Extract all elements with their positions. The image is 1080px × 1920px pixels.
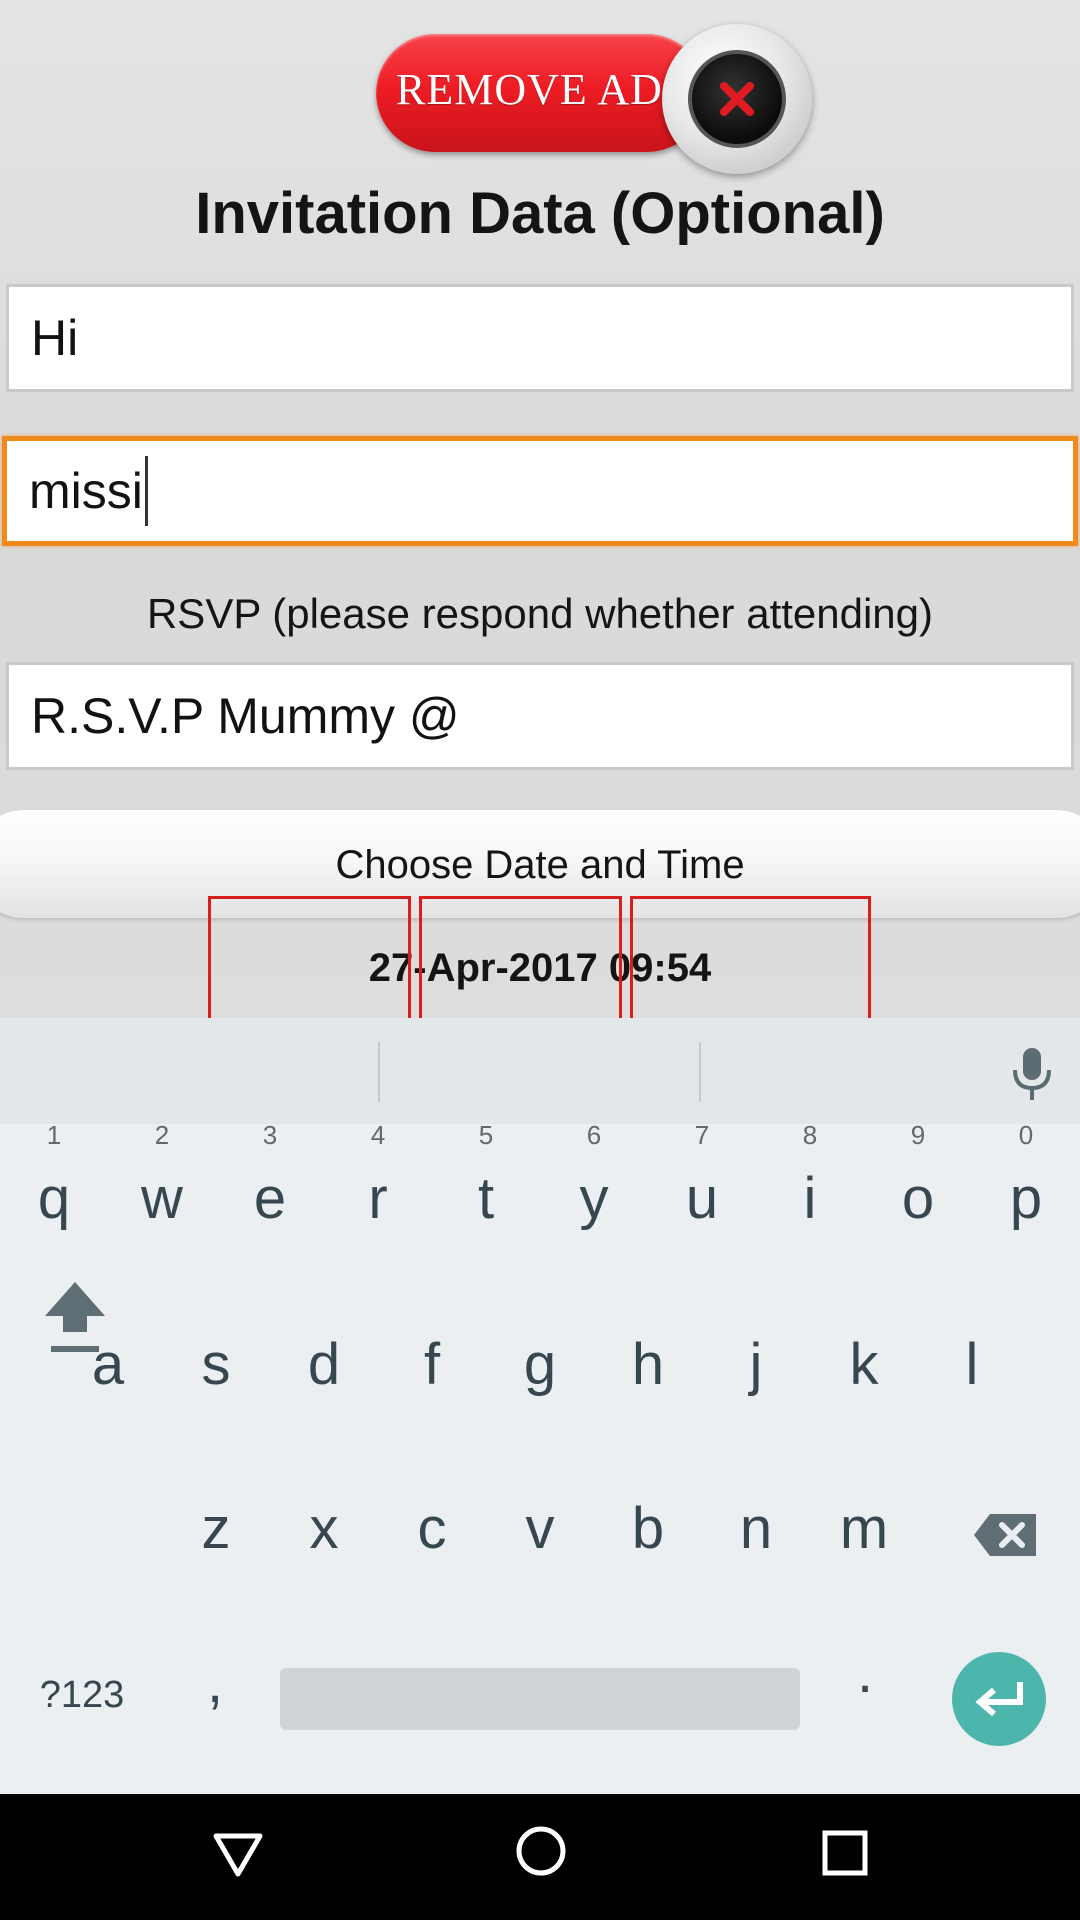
key-label: q (37, 1166, 71, 1231)
close-ad-button[interactable] (662, 24, 812, 174)
key-f[interactable]: f (386, 1336, 478, 1394)
key-d[interactable]: d (278, 1336, 370, 1394)
key-label: t (477, 1166, 495, 1231)
key-hint-6: 6 (586, 1120, 602, 1150)
shift-icon (45, 1282, 105, 1352)
soft-keyboard: 1q2w3e4r5t6y7u8i9o0p asdfghjkl zxcvbnm ?… (0, 1122, 1080, 1794)
name-input-value: missi (29, 463, 143, 519)
key-j[interactable]: j (710, 1336, 802, 1394)
key-l[interactable]: l (926, 1336, 1018, 1394)
greeting-input[interactable]: Hi (6, 284, 1074, 392)
key-m[interactable]: m (818, 1500, 910, 1558)
key-s[interactable]: s (170, 1336, 262, 1394)
backspace-icon (974, 1514, 1036, 1556)
key-z[interactable]: z (170, 1500, 262, 1558)
highlight-box-month-year (419, 896, 622, 1018)
key-label: e (253, 1166, 287, 1231)
key-g[interactable]: g (494, 1336, 586, 1394)
period-key[interactable]: . (830, 1644, 900, 1702)
key-y[interactable]: 6y (548, 1122, 640, 1228)
app-screen: REMOVE AD Invitation Data (Optional) Hi … (0, 0, 1080, 1018)
highlight-box-time (630, 896, 871, 1018)
key-hint-1: 1 (46, 1120, 62, 1150)
back-icon[interactable] (212, 1828, 264, 1885)
key-label: r (368, 1166, 388, 1231)
symbols-key[interactable]: ?123 (30, 1676, 134, 1714)
keyboard-suggestion-bar (0, 1018, 1080, 1124)
text-cursor (144, 456, 148, 526)
key-r[interactable]: 4r (332, 1122, 424, 1228)
key-hint-2: 2 (154, 1120, 170, 1150)
key-hint-3: 3 (262, 1120, 278, 1150)
key-x[interactable]: x (278, 1500, 370, 1558)
key-q[interactable]: 1q (8, 1122, 100, 1228)
key-e[interactable]: 3e (224, 1122, 316, 1228)
key-b[interactable]: b (602, 1500, 694, 1558)
key-o[interactable]: 9o (872, 1122, 964, 1228)
rsvp-input[interactable]: R.S.V.P Mummy @ (6, 662, 1074, 770)
home-icon[interactable] (514, 1824, 568, 1883)
key-i[interactable]: 8i (764, 1122, 856, 1228)
key-hint-4: 4 (370, 1120, 386, 1150)
key-p[interactable]: 0p (980, 1122, 1072, 1228)
suggestion-divider (378, 1042, 380, 1102)
key-hint-8: 8 (802, 1120, 818, 1150)
key-k[interactable]: k (818, 1336, 910, 1394)
key-h[interactable]: h (602, 1336, 694, 1394)
highlight-box-day (208, 896, 411, 1018)
remove-ad-label: REMOVE AD (396, 65, 663, 114)
rsvp-input-value: R.S.V.P Mummy @ (31, 688, 460, 744)
key-u[interactable]: 7u (656, 1122, 748, 1228)
rsvp-label: RSVP (please respond whether attending) (146, 590, 934, 637)
key-w[interactable]: 2w (116, 1122, 208, 1228)
system-navigation-bar (0, 1794, 1080, 1920)
key-hint-9: 9 (910, 1120, 926, 1150)
remove-ad-button[interactable]: REMOVE AD (376, 34, 706, 152)
key-label: u (685, 1166, 719, 1231)
key-label: o (901, 1166, 935, 1231)
enter-icon (975, 1682, 1023, 1717)
shift-key[interactable] (38, 1276, 112, 1370)
key-hint-0: 0 (1018, 1120, 1034, 1150)
key-t[interactable]: 5t (440, 1122, 532, 1228)
key-label: p (1009, 1166, 1043, 1231)
comma-key[interactable]: , (180, 1654, 250, 1712)
enter-key[interactable] (952, 1652, 1046, 1746)
microphone-icon[interactable] (1010, 1046, 1054, 1107)
choose-date-time-label: Choose Date and Time (335, 843, 745, 887)
key-n[interactable]: n (710, 1500, 802, 1558)
key-hint-7: 7 (694, 1120, 710, 1150)
remove-ad-banner[interactable]: REMOVE AD (376, 24, 812, 174)
close-icon (688, 50, 786, 148)
space-key[interactable] (280, 1668, 800, 1730)
greeting-input-value: Hi (31, 310, 79, 366)
key-label: w (141, 1166, 183, 1231)
key-hint-5: 5 (478, 1120, 494, 1150)
page-title: Invitation Data (Optional) (195, 181, 885, 246)
recents-icon[interactable] (822, 1830, 868, 1881)
suggestion-divider (699, 1042, 701, 1102)
key-label: i (803, 1166, 817, 1231)
key-label: y (579, 1166, 609, 1231)
name-input[interactable]: missi (2, 436, 1078, 546)
key-c[interactable]: c (386, 1500, 478, 1558)
backspace-key[interactable] (970, 1510, 1040, 1568)
key-v[interactable]: v (494, 1500, 586, 1558)
